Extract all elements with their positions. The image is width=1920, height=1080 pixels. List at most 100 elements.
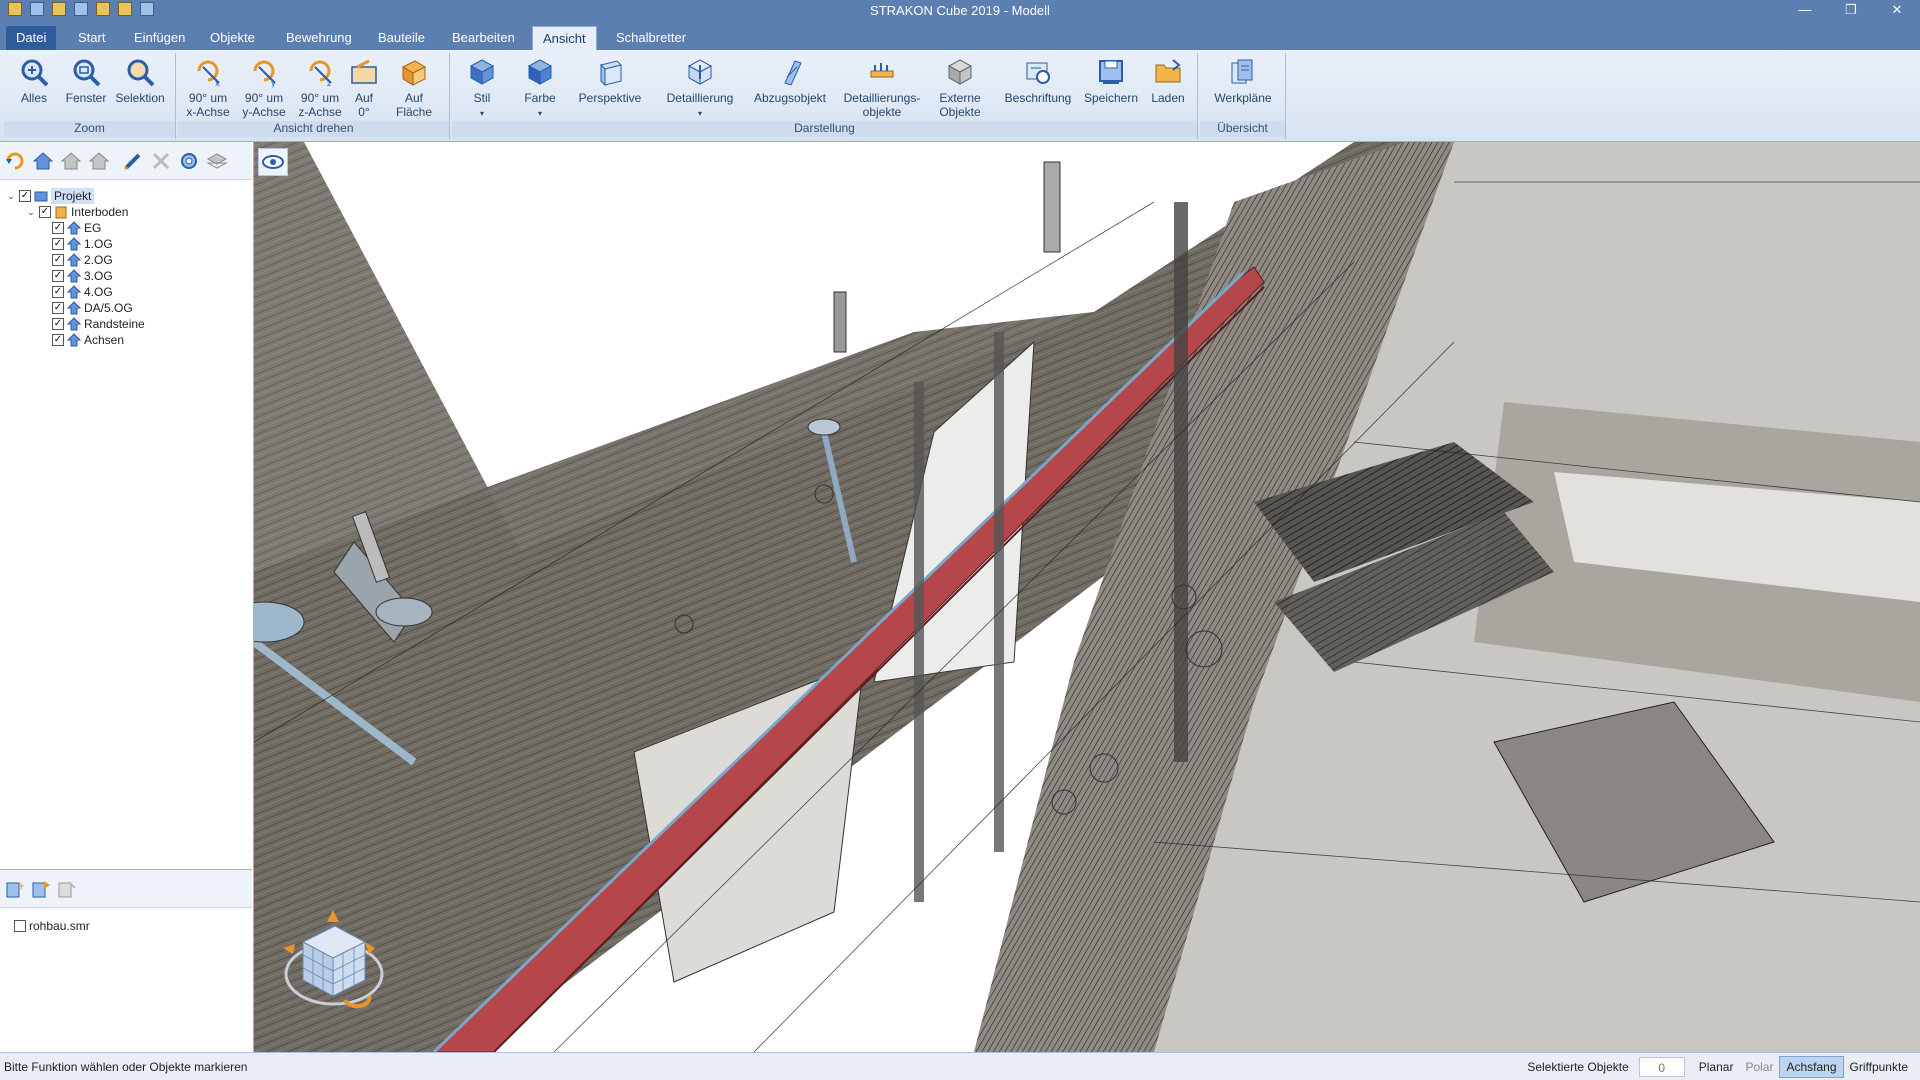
tree-node-level[interactable]: ✓ DA/5.OG [52, 300, 133, 316]
to-surface-button[interactable]: Auf Fläche [388, 57, 440, 119]
house-icon[interactable] [32, 151, 54, 171]
checkbox-level[interactable]: ✓ [52, 286, 64, 298]
mode-polar[interactable]: Polar [1739, 1057, 1779, 1077]
house-up-icon[interactable] [60, 151, 82, 171]
file-label: rohbau.smr [29, 919, 90, 933]
rotate-z-label-1: 90° um [300, 91, 340, 105]
checkbox-level[interactable]: ✓ [52, 254, 64, 266]
tab-datei[interactable]: Datei [6, 26, 57, 50]
rotate-z-button[interactable]: z 90° um z-Achse [292, 57, 348, 119]
tree-node-level[interactable]: ✓ Achsen [52, 332, 124, 348]
color-dropdown-arrow: ▾ [537, 109, 542, 118]
perspective-button[interactable]: Perspektive [574, 57, 646, 105]
model-scene[interactable] [254, 142, 1920, 1052]
external-objects-icon [947, 59, 973, 85]
tab-schalbretter[interactable]: Schalbretter [606, 26, 696, 50]
tab-bearbeiten[interactable]: Bearbeiten [442, 26, 525, 50]
title-bar: STRAKON Cube 2019 - Modell — ❐ ✕ [0, 0, 1920, 22]
checkbox-file[interactable] [14, 920, 26, 932]
zoom-all-icon [21, 59, 49, 87]
zoom-all-button[interactable]: Alles [6, 57, 62, 105]
tree-node-root[interactable]: ⌄ ✓ Projekt [6, 188, 95, 204]
rotate-y-button[interactable]: y 90° um y-Achse [236, 57, 292, 119]
add-file-icon[interactable]: + [4, 879, 26, 899]
mode-planar[interactable]: Planar [1693, 1057, 1740, 1077]
close-button[interactable]: ✕ [1874, 0, 1920, 22]
checkbox-level[interactable]: ✓ [52, 318, 64, 330]
deduction-object-button[interactable]: Abzugsobjekt [748, 57, 832, 105]
to-zero-icon [351, 59, 377, 84]
checkbox-level[interactable]: ✓ [52, 334, 64, 346]
tree-node-level[interactable]: ✓ 4.OG [52, 284, 113, 300]
detail-objects-icon [870, 63, 894, 78]
mode-axis-snap[interactable]: Achsfang [1779, 1056, 1844, 1078]
group-zoom-label: Zoom [4, 121, 175, 137]
style-label: Stil [473, 91, 491, 105]
tree-node-group[interactable]: ⌄ ✓ Interboden [26, 204, 128, 220]
tab-einfuegen[interactable]: Einfügen [124, 26, 195, 50]
save-view-button[interactable]: Speichern [1082, 57, 1140, 105]
zoom-window-button[interactable]: Fenster [58, 57, 114, 105]
svg-text:x: x [215, 79, 220, 87]
restore-button[interactable]: ❐ [1828, 0, 1874, 22]
tree-toolbar [0, 142, 252, 180]
collapse-toggle[interactable]: ⌄ [6, 188, 16, 204]
detail-objects-button[interactable]: Detaillierungs- objekte [840, 57, 924, 119]
files-toolbar: + [0, 870, 252, 908]
layers-icon[interactable] [206, 151, 228, 171]
refresh-icon[interactable] [4, 151, 26, 171]
tab-bauteile[interactable]: Bauteile [368, 26, 435, 50]
settings-icon[interactable] [178, 151, 200, 171]
remove-file-icon[interactable] [56, 879, 78, 899]
tab-ansicht[interactable]: Ansicht [532, 26, 597, 50]
perspective-icon [600, 60, 622, 87]
work-plans-button[interactable]: Werkpläne [1212, 57, 1274, 105]
tab-bewehrung[interactable]: Bewehrung [276, 26, 362, 50]
rotate-x-button[interactable]: x 90° um x-Achse [180, 57, 236, 119]
external-objects-label-2: Objekte [939, 105, 981, 119]
checkbox-level[interactable]: ✓ [52, 302, 64, 314]
tab-start[interactable]: Start [68, 26, 115, 50]
color-button[interactable]: Farbe ▾ [516, 57, 564, 121]
detailing-button[interactable]: Detaillierung ▾ [658, 57, 742, 121]
tree-node-level[interactable]: ✓ EG [52, 220, 101, 236]
pencil-icon[interactable] [122, 151, 144, 171]
view-toggle-button[interactable] [258, 148, 288, 176]
style-dropdown-arrow: ▾ [479, 109, 484, 118]
checkbox-level[interactable]: ✓ [52, 270, 64, 282]
tree-node-level[interactable]: ✓ 3.OG [52, 268, 113, 284]
collapse-toggle[interactable]: ⌄ [26, 204, 36, 220]
folder-icon [1155, 59, 1181, 83]
file-item[interactable]: rohbau.smr [14, 918, 90, 934]
zoom-selection-button[interactable]: Selektion [112, 57, 168, 105]
tab-objekte[interactable]: Objekte [200, 26, 265, 50]
labeling-button[interactable]: Beschriftung [1000, 57, 1076, 105]
checkbox-level[interactable]: ✓ [52, 222, 64, 234]
external-objects-button[interactable]: Externe Objekte [930, 57, 990, 119]
minimize-button[interactable]: — [1782, 0, 1828, 22]
to-zero-button[interactable]: Auf 0° [342, 57, 386, 119]
status-message: Bitte Funktion wählen oder Objekte marki… [4, 1060, 248, 1074]
delete-icon[interactable] [150, 151, 172, 171]
tree-node-level[interactable]: ✓ Randsteine [52, 316, 145, 332]
navigation-cube[interactable] [279, 904, 389, 1014]
import-file-icon[interactable] [30, 879, 52, 899]
zoom-selection-icon [127, 59, 155, 87]
house-down-icon[interactable] [88, 151, 110, 171]
window-title: STRAKON Cube 2019 - Modell [870, 3, 1050, 18]
style-button[interactable]: Stil ▾ [458, 57, 506, 121]
save-view-icon [1099, 60, 1123, 84]
status-bar: Bitte Funktion wählen oder Objekte marki… [0, 1052, 1920, 1080]
load-view-button[interactable]: Laden [1142, 57, 1194, 105]
tree-node-level[interactable]: ✓ 2.OG [52, 252, 113, 268]
level-icon [67, 317, 81, 331]
checkbox-root[interactable]: ✓ [19, 190, 31, 202]
tree-node-level[interactable]: ✓ 1.OG [52, 236, 113, 252]
mode-grip-points[interactable]: Griffpunkte [1844, 1057, 1914, 1077]
checkbox-level[interactable]: ✓ [52, 238, 64, 250]
rotate-x-icon: x [197, 60, 220, 87]
group-rotate-label: Ansicht drehen [178, 121, 449, 137]
3d-viewport[interactable] [254, 142, 1920, 1052]
level-icon [67, 301, 81, 315]
checkbox-group[interactable]: ✓ [39, 206, 51, 218]
